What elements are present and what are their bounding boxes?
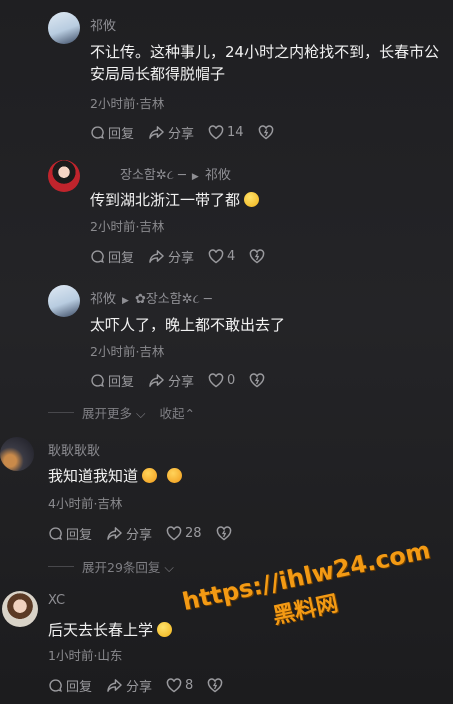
like-count: 4 [227,249,236,264]
comment-meta: 2小时前·吉林 [90,219,165,234]
expand-more-button[interactable]: 展开更多 ⌵ [82,403,145,422]
reply-button[interactable]: 回复 [90,371,134,390]
expand-replies-button[interactable]: 展开29条回复 ⌵ [82,557,174,576]
collapse-button[interactable]: 收起⌃ [159,403,195,422]
share-button[interactable]: 分享 [106,524,152,543]
grinning-emoji-icon [157,622,173,637]
chevron-down-icon: ⌵ [164,560,174,575]
grimace-emoji-icon [244,192,260,207]
share-button[interactable]: 分享 [106,676,152,695]
expand-replies-row: 展开29条回复 ⌵ [48,557,174,576]
heart-eyes-emoji-icon [167,468,183,483]
user-avatar[interactable] [0,437,34,471]
comment-text: 后天去长春上学 [48,619,173,641]
heart-icon [166,526,182,541]
comment-author[interactable]: 祁攸 ▶ ✿장소함✲૮ ─ [90,288,212,307]
reply-icon [91,126,104,139]
reply-button[interactable]: 回复 [90,123,134,142]
reply-icon [91,374,104,387]
share-icon [149,126,164,139]
heart-eyes-emoji-icon [142,468,158,483]
share-button[interactable]: 分享 [148,123,194,142]
like-button[interactable]: 4 [208,249,235,264]
share-button[interactable]: 分享 [148,247,194,266]
reply-button[interactable]: 回复 [90,247,134,266]
broken-heart-icon [258,125,273,140]
dislike-button[interactable] [249,373,268,388]
reply-expand-row: 展开更多 ⌵ 收起⌃ [48,403,195,422]
reply-button[interactable]: 回复 [48,524,92,543]
comment-author[interactable]: 祁攸 [90,15,116,34]
broken-heart-icon [216,526,231,541]
comment-text: 不让传。这种事儿，24小时之内枪找不到，长春市公 安局局长都得脱帽子 [90,43,440,83]
divider [48,566,74,567]
user-avatar[interactable] [48,160,80,192]
heart-icon [208,249,224,264]
reply-button[interactable]: 回复 [48,676,92,695]
comment-text: 太吓人了，晚上都不敢出去了 [90,316,286,334]
user-avatar[interactable] [48,285,80,317]
comment-text: 传到湖北浙江一带了都 [90,189,260,211]
like-count: 0 [227,373,236,388]
user-avatar[interactable] [2,591,38,627]
like-count: 14 [227,125,244,140]
broken-heart-icon [250,373,265,388]
share-icon [107,679,122,692]
reply-icon [49,679,62,692]
like-button[interactable]: 8 [166,678,193,693]
like-count: 8 [185,678,194,693]
share-icon [107,527,122,540]
like-button[interactable]: 0 [208,373,235,388]
comment-meta: 2小时前·吉林 [90,96,165,111]
share-button[interactable]: 分享 [148,371,194,390]
like-count: 28 [185,526,202,541]
divider [48,412,74,413]
comment-author[interactable]: 耿耿耿耿 [48,440,100,459]
share-icon [149,374,164,387]
broken-heart-icon [250,249,265,264]
like-button[interactable]: 28 [166,526,202,541]
heart-icon [166,678,182,693]
share-icon [149,250,164,263]
reply-arrow-icon: ▶ [122,296,129,306]
chevron-down-icon: ⌵ [136,406,146,421]
reply-icon [91,250,104,263]
comment-author[interactable]: XC [48,593,65,608]
dislike-button[interactable] [249,249,268,264]
user-avatar[interactable] [48,12,80,44]
comment-author[interactable]: 장소함✲૮ ─ ▶ 祁攸 [120,164,231,183]
like-button[interactable]: 14 [208,125,244,140]
comment-meta: 2小时前·吉林 [90,344,165,359]
broken-heart-icon [208,678,223,693]
heart-icon [208,373,224,388]
heart-icon [208,125,224,140]
comment-meta: 1小时前·山东 [48,648,123,663]
comment-text: 我知道我知道 [48,465,183,487]
comment-meta: 4小时前·吉林 [48,496,123,511]
dislike-button[interactable] [216,526,235,541]
reply-icon [49,527,62,540]
reply-arrow-icon: ▶ [191,172,199,182]
dislike-button[interactable] [258,125,277,140]
chevron-up-icon: ⌃ [184,406,195,421]
dislike-button[interactable] [207,678,226,693]
